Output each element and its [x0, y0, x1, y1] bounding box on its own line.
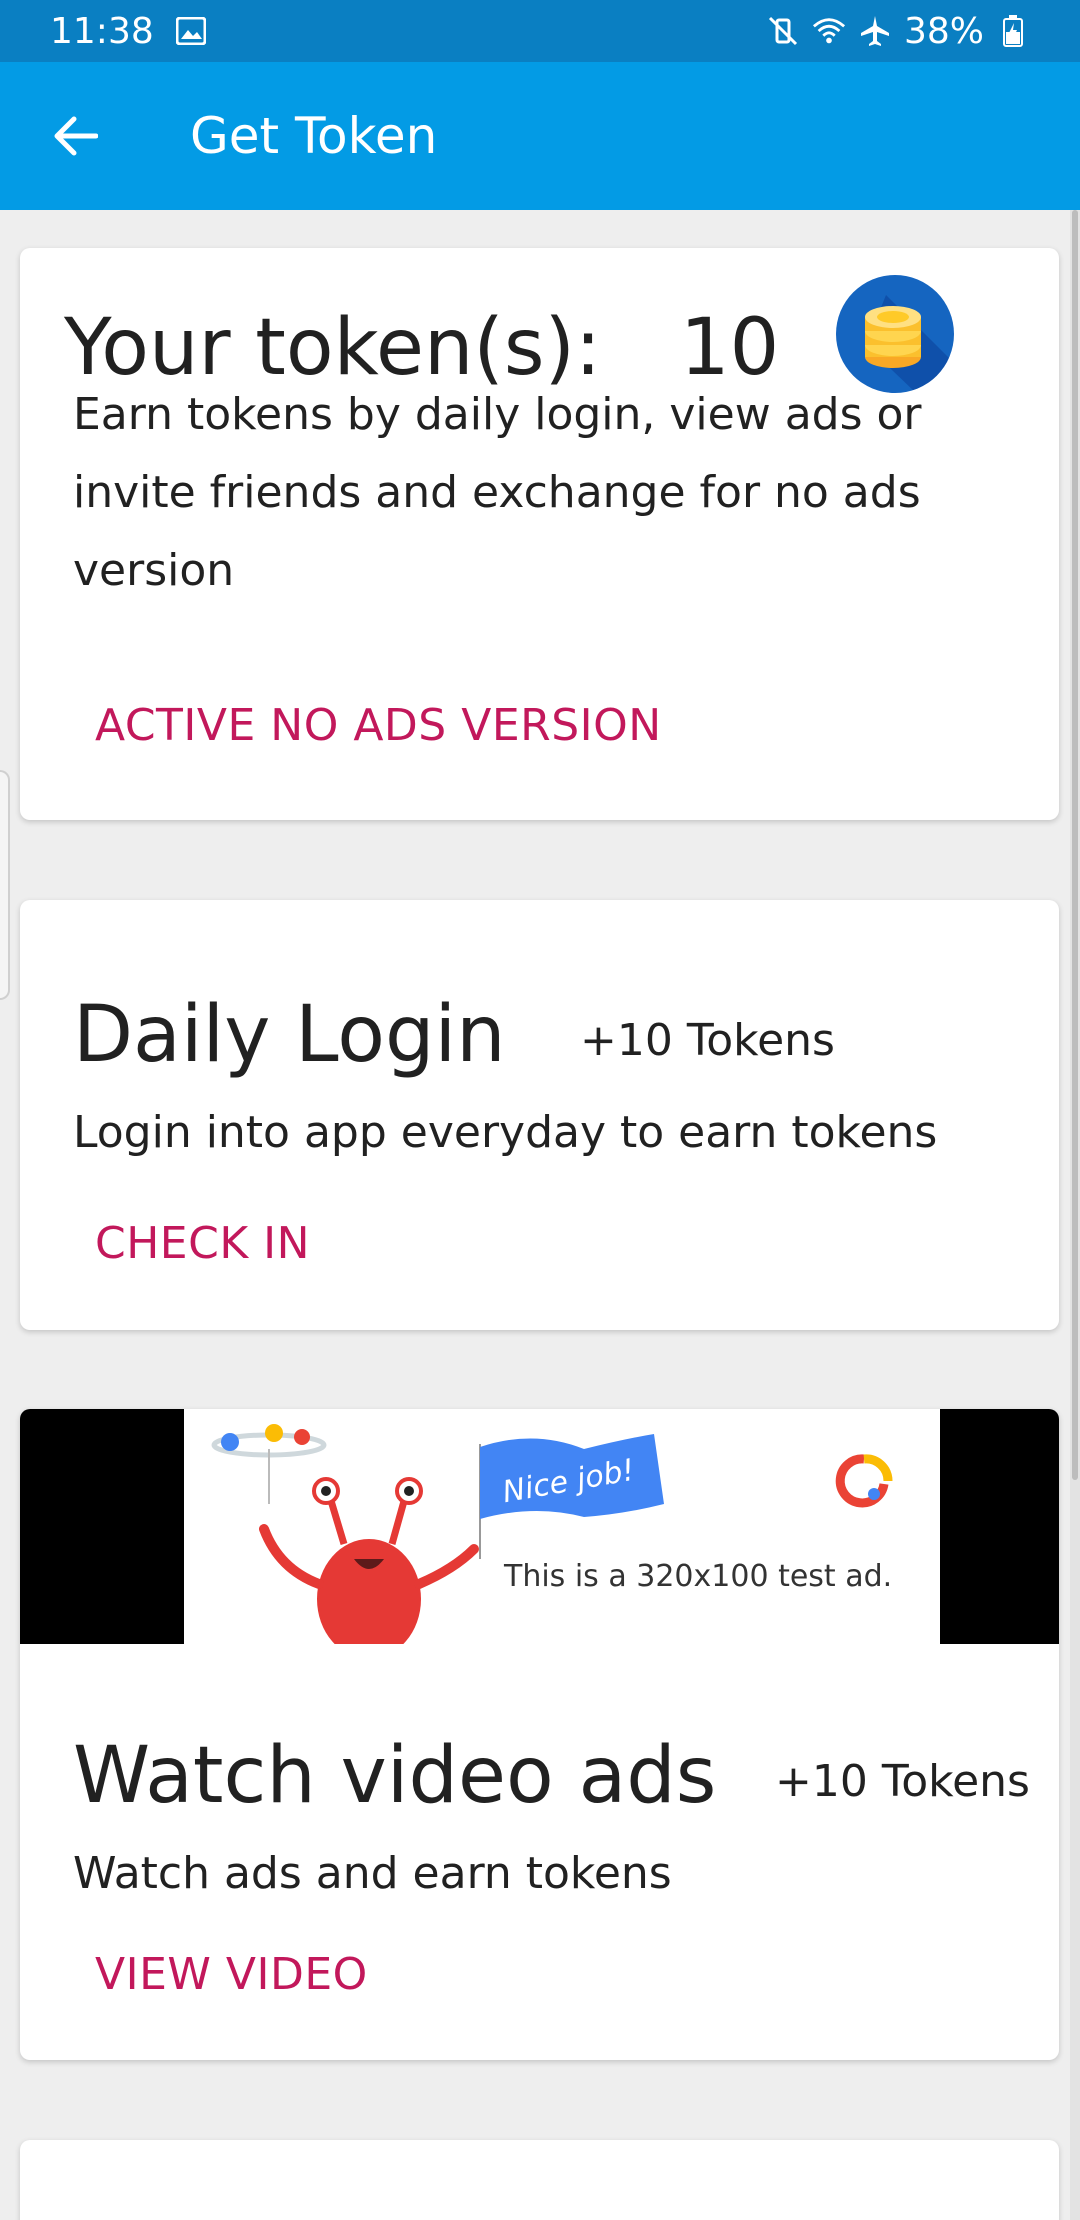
ad-banner[interactable]: Nice job! This is a 320x100 test ad. — [20, 1409, 1059, 1644]
battery-icon — [996, 14, 1030, 48]
watch-video-description: Watch ads and earn tokens — [73, 1848, 672, 1899]
edge-panel-handle[interactable] — [0, 770, 10, 1000]
back-button[interactable] — [0, 62, 150, 210]
scrollbar[interactable] — [1070, 210, 1080, 2220]
image-icon — [174, 14, 208, 48]
wifi-icon — [812, 14, 846, 48]
status-time: 11:38 — [50, 10, 154, 52]
ad-illustration — [211, 1424, 893, 1644]
check-in-button[interactable]: CHECK IN — [95, 1218, 310, 1269]
daily-login-reward: +10 Tokens — [580, 1015, 835, 1066]
ad-text: This is a 320x100 test ad. — [504, 1559, 893, 1594]
active-no-ads-button[interactable]: ACTIVE NO ADS VERSION — [95, 700, 662, 751]
battery-percent: 38% — [903, 10, 984, 52]
page-title: Get Token — [190, 107, 438, 165]
watch-video-title: Watch video ads — [73, 1731, 717, 1821]
daily-login-card: Daily Login +10 Tokens Login into app ev… — [20, 900, 1059, 1330]
token-card: Your token(s): 10 Earn tokens by daily l… — [20, 248, 1059, 820]
airplane-icon — [858, 14, 892, 48]
token-description: Earn tokens by daily login, view ads or … — [73, 389, 922, 596]
vibrate-mute-icon — [766, 14, 800, 48]
watch-video-card: Nice job! This is a 320x100 test ad. Wat… — [20, 1409, 1059, 2060]
daily-login-title: Daily Login — [73, 990, 506, 1080]
next-card — [20, 2140, 1059, 2220]
watch-video-reward: +10 Tokens — [775, 1756, 1030, 1807]
app-bar: Get Token — [0, 62, 1080, 210]
arrow-back-icon — [54, 116, 98, 156]
status-bar: 11:38 38% — [0, 0, 1080, 62]
test-ad[interactable]: Nice job! This is a 320x100 test ad. — [184, 1409, 940, 1644]
status-right-group: 38% — [766, 11, 1030, 52]
scroll-thumb[interactable] — [1072, 210, 1078, 1480]
daily-login-description: Login into app everyday to earn tokens — [73, 1107, 938, 1158]
view-video-button[interactable]: VIEW VIDEO — [95, 1949, 368, 2000]
